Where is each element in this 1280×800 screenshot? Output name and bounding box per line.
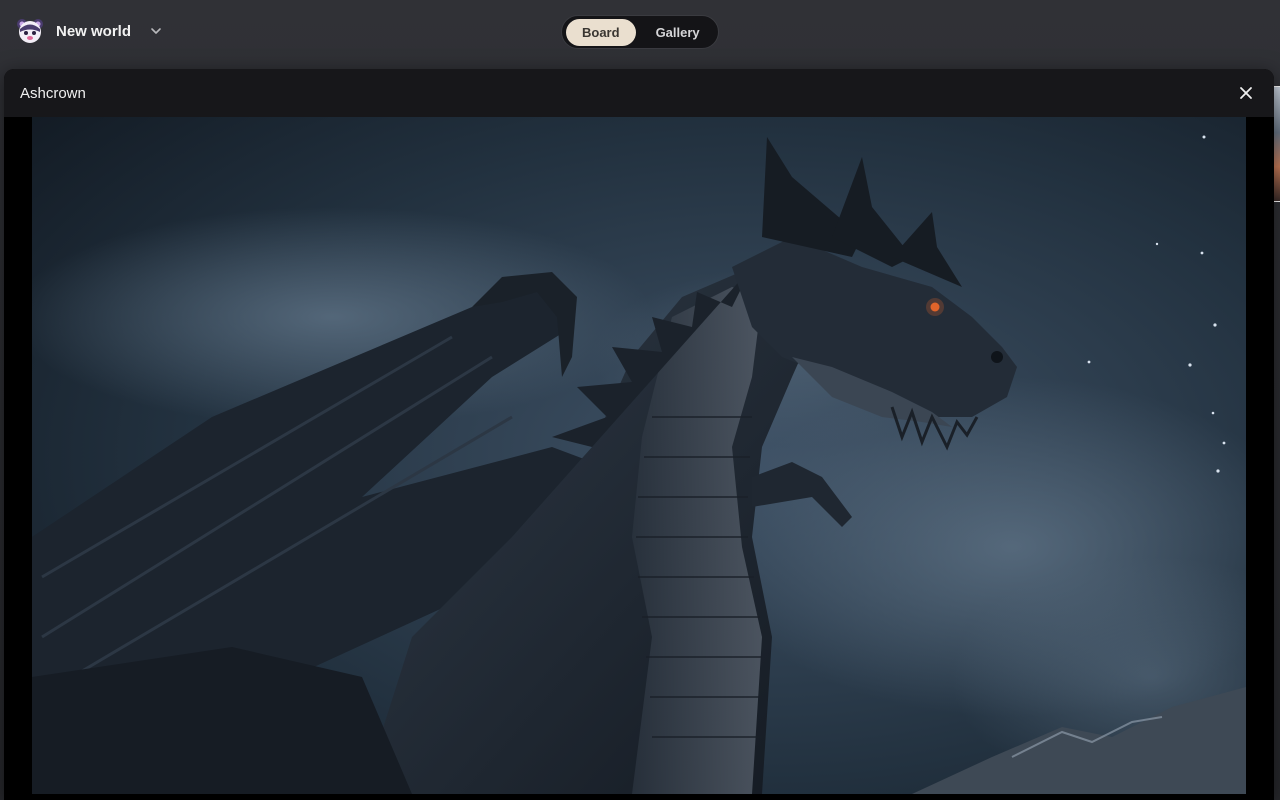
top-bar: New world Board Gallery (0, 0, 1280, 62)
dragon-artwork (32, 117, 1246, 794)
world-name: New world (56, 22, 132, 40)
view-toggle: Board Gallery (561, 15, 719, 49)
image-viewer[interactable] (32, 117, 1246, 794)
modal-header: Ashcrown (4, 69, 1274, 117)
modal-title: Ashcrown (20, 84, 86, 102)
chevron-down-icon (151, 28, 161, 34)
world-switcher[interactable]: New world (16, 16, 163, 46)
bear-mascot-icon (17, 19, 43, 43)
tab-board[interactable]: Board (566, 18, 636, 46)
background-card-thumbnail[interactable] (1274, 86, 1280, 202)
image-modal: Ashcrown (4, 69, 1274, 800)
app-root: New world Board Gallery Ashcrown (0, 0, 1280, 800)
close-button[interactable] (1234, 81, 1258, 105)
tab-gallery[interactable]: Gallery (640, 19, 716, 46)
close-icon (1240, 87, 1252, 99)
